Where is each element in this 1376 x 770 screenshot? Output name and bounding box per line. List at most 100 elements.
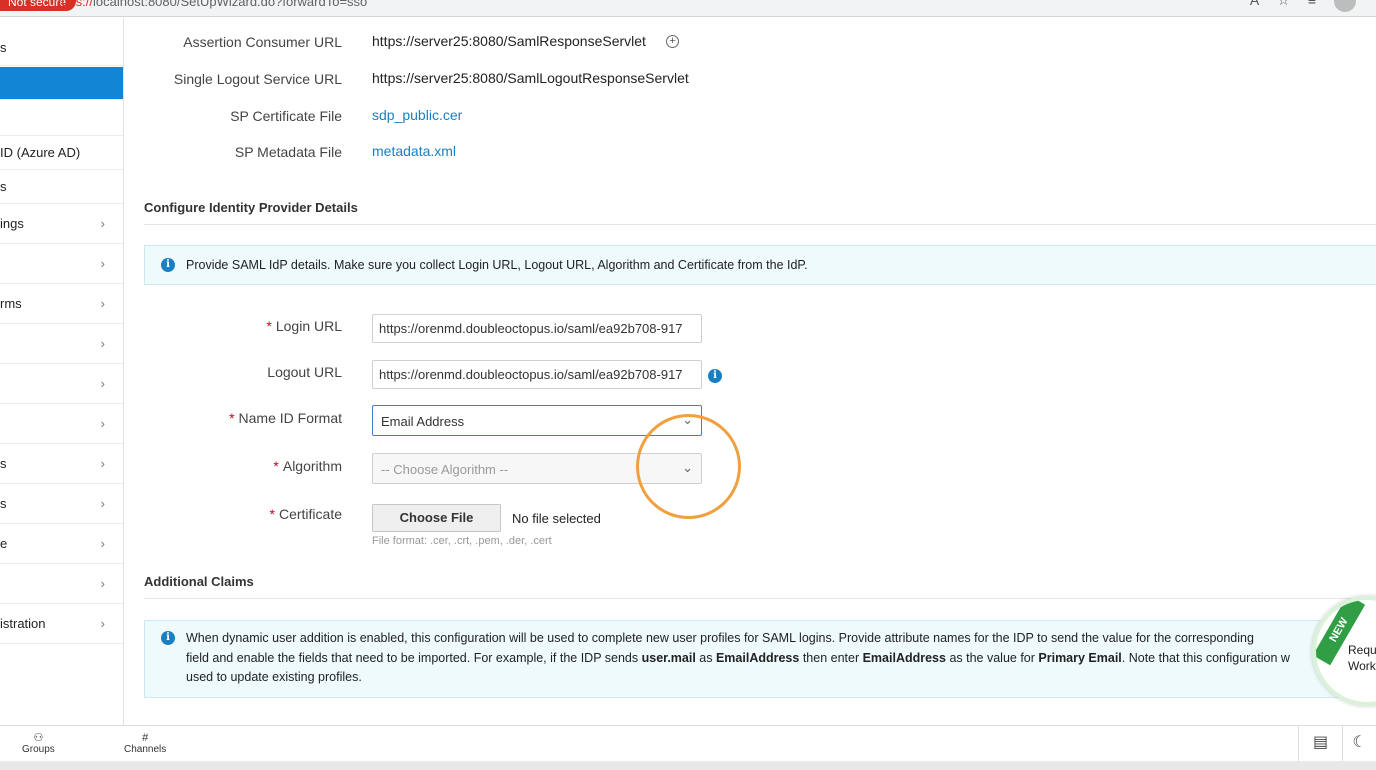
bookmark-star-icon[interactable]: ☆	[1277, 0, 1290, 12]
login-url-input[interactable]: https://orenmd.doubleoctopus.io/saml/ea9…	[372, 314, 702, 343]
sidebar-item-administration[interactable]: istration ›	[0, 604, 123, 644]
nameid-format-label: * Name ID Format	[229, 410, 342, 426]
sidebar-item-11[interactable]: s ›	[0, 444, 123, 484]
claims-text: field and enable the fields that need to…	[186, 650, 642, 665]
sidebar-item-label: e	[0, 536, 8, 551]
sidebar-item-label: s	[0, 40, 7, 55]
groups-icon: ⚇	[33, 732, 44, 744]
sidebar-item-label: rms	[0, 296, 22, 311]
slo-url-label: Single Logout Service URL	[173, 71, 342, 87]
idp-info-box: i Provide SAML IdP details. Make sure yo…	[144, 245, 1376, 285]
idp-section-title: Configure Identity Provider Details	[144, 200, 358, 215]
section-divider	[144, 598, 1376, 599]
login-url-label: * Login URL	[266, 318, 342, 334]
claims-info-box: i When dynamic user addition is enabled,…	[144, 620, 1376, 698]
sidebar-item-10[interactable]: ›	[0, 404, 123, 444]
claims-bold: Primary Email	[1038, 650, 1122, 665]
claims-text: as	[695, 650, 716, 665]
sidebar-item-4[interactable]: s	[0, 170, 123, 204]
highlight-circle	[636, 414, 741, 519]
certificate-label: * Certificate	[270, 506, 342, 522]
required-mark: *	[229, 410, 235, 426]
file-format-hint: File format: .cer, .crt, .pem, .der, .ce…	[372, 535, 552, 547]
sidebar-item-6[interactable]: ›	[0, 244, 123, 284]
groups-button[interactable]: ⚇ Groups	[22, 732, 55, 755]
claims-bold: user.mail	[641, 650, 696, 665]
url-scheme: https://	[54, 0, 94, 9]
section-divider	[144, 224, 1376, 225]
sidebar-item-13[interactable]: e ›	[0, 524, 123, 564]
chevron-right-icon: ›	[100, 576, 105, 591]
chevron-right-icon: ›	[100, 456, 105, 471]
sidebar-item-9[interactable]: ›	[0, 364, 123, 404]
sidebar-item-active[interactable]	[0, 67, 123, 100]
login-url-label-text: Login URL	[275, 318, 342, 334]
profile-avatar-icon[interactable]	[1334, 0, 1356, 12]
groups-label: Groups	[22, 744, 55, 755]
sidebar-item-14[interactable]: ›	[0, 564, 123, 604]
idp-info-text: Provide SAML IdP details. Make sure you …	[186, 258, 808, 272]
algorithm-label-text: Algorithm	[282, 458, 342, 474]
sidebar-item-2[interactable]	[0, 100, 123, 136]
sidebar-item-label: s	[0, 179, 7, 194]
add-circle-icon[interactable]: +	[666, 35, 679, 48]
sidebar-item-12[interactable]: s ›	[0, 484, 123, 524]
claims-line-3: used to update existing profiles.	[186, 670, 362, 684]
no-file-text: No file selected	[512, 511, 601, 526]
sidebar-item-settings[interactable]: ings ›	[0, 204, 123, 244]
sidebar-item-azure-ad[interactable]: ID (Azure AD)	[0, 136, 123, 170]
required-mark: *	[273, 458, 279, 474]
chevron-right-icon: ›	[100, 376, 105, 391]
setup-sidebar: s ID (Azure AD) s ings › › rms › › › › s › …	[0, 18, 124, 725]
address-bar[interactable]: https://localhost:8080/SetUpWizard.do?fo…	[54, 0, 367, 9]
chevron-right-icon: ›	[100, 216, 105, 231]
claims-text: . Note that this configuration w	[1121, 650, 1290, 665]
sp-cert-link[interactable]: sdp_public.cer	[372, 107, 462, 123]
chevron-right-icon: ›	[100, 416, 105, 431]
browser-actions: A ☆ ≡	[1250, 0, 1356, 12]
required-mark: *	[269, 506, 275, 522]
claims-bold: EmailAddress	[715, 650, 800, 665]
chevron-right-icon: ›	[100, 256, 105, 271]
logout-url-label: Logout URL	[267, 364, 342, 380]
claims-line-1: When dynamic user addition is enabled, t…	[186, 631, 1254, 645]
bottom-bar: ⚇ Groups # Channels ▤ ☾	[0, 725, 1376, 762]
sso-config-main: Assertion Consumer URL https://server25:…	[124, 18, 1376, 725]
choose-file-button[interactable]: Choose File	[372, 504, 501, 532]
algorithm-placeholder: -- Choose Algorithm --	[381, 462, 509, 477]
info-icon: i	[161, 631, 175, 645]
sidebar-item-forms[interactable]: rms ›	[0, 284, 123, 324]
clipboard-icon[interactable]: ▤	[1298, 726, 1342, 762]
new-badge-line: Workfl	[1348, 659, 1376, 673]
chevron-right-icon: ›	[100, 536, 105, 551]
claims-text: then enter	[799, 650, 863, 665]
claims-line-2: field and enable the fields that need to…	[186, 649, 1376, 669]
channels-icon: #	[142, 732, 149, 744]
sp-metadata-link[interactable]: metadata.xml	[372, 143, 456, 159]
sidebar-item-8[interactable]: ›	[0, 324, 123, 364]
new-badge-line: Reque	[1348, 643, 1376, 657]
algorithm-label: * Algorithm	[273, 458, 342, 474]
claims-info-text: When dynamic user addition is enabled, t…	[186, 629, 1376, 688]
claims-text: as the value for	[945, 650, 1039, 665]
certificate-label-text: Certificate	[278, 506, 342, 522]
chevron-right-icon: ›	[100, 296, 105, 311]
sp-metadata-label: SP Metadata File	[234, 144, 342, 160]
channels-label: Channels	[124, 744, 167, 755]
browser-toolbar: Not secure https://localhost:8080/SetUpW…	[0, 0, 1376, 17]
new-badge-text: Reque Workfl	[1348, 642, 1376, 674]
required-mark: *	[266, 318, 272, 334]
dark-mode-icon[interactable]: ☾	[1342, 726, 1376, 762]
sidebar-item-label: istration	[0, 616, 46, 631]
sidebar-item-label: s	[0, 456, 7, 471]
info-icon: i	[161, 258, 175, 272]
nameid-format-label-text: Name ID Format	[238, 410, 342, 426]
zoom-icon[interactable]: A	[1250, 0, 1259, 12]
reading-list-icon[interactable]: ≡	[1308, 0, 1316, 12]
channels-button[interactable]: # Channels	[124, 732, 166, 755]
logout-url-input[interactable]: https://orenmd.doubleoctopus.io/saml/ea9…	[372, 360, 702, 389]
logout-info-icon[interactable]: i	[708, 369, 722, 383]
sidebar-item-label: ings	[0, 216, 24, 231]
sidebar-item-0[interactable]: s	[0, 30, 123, 66]
taskbar	[0, 761, 1376, 770]
